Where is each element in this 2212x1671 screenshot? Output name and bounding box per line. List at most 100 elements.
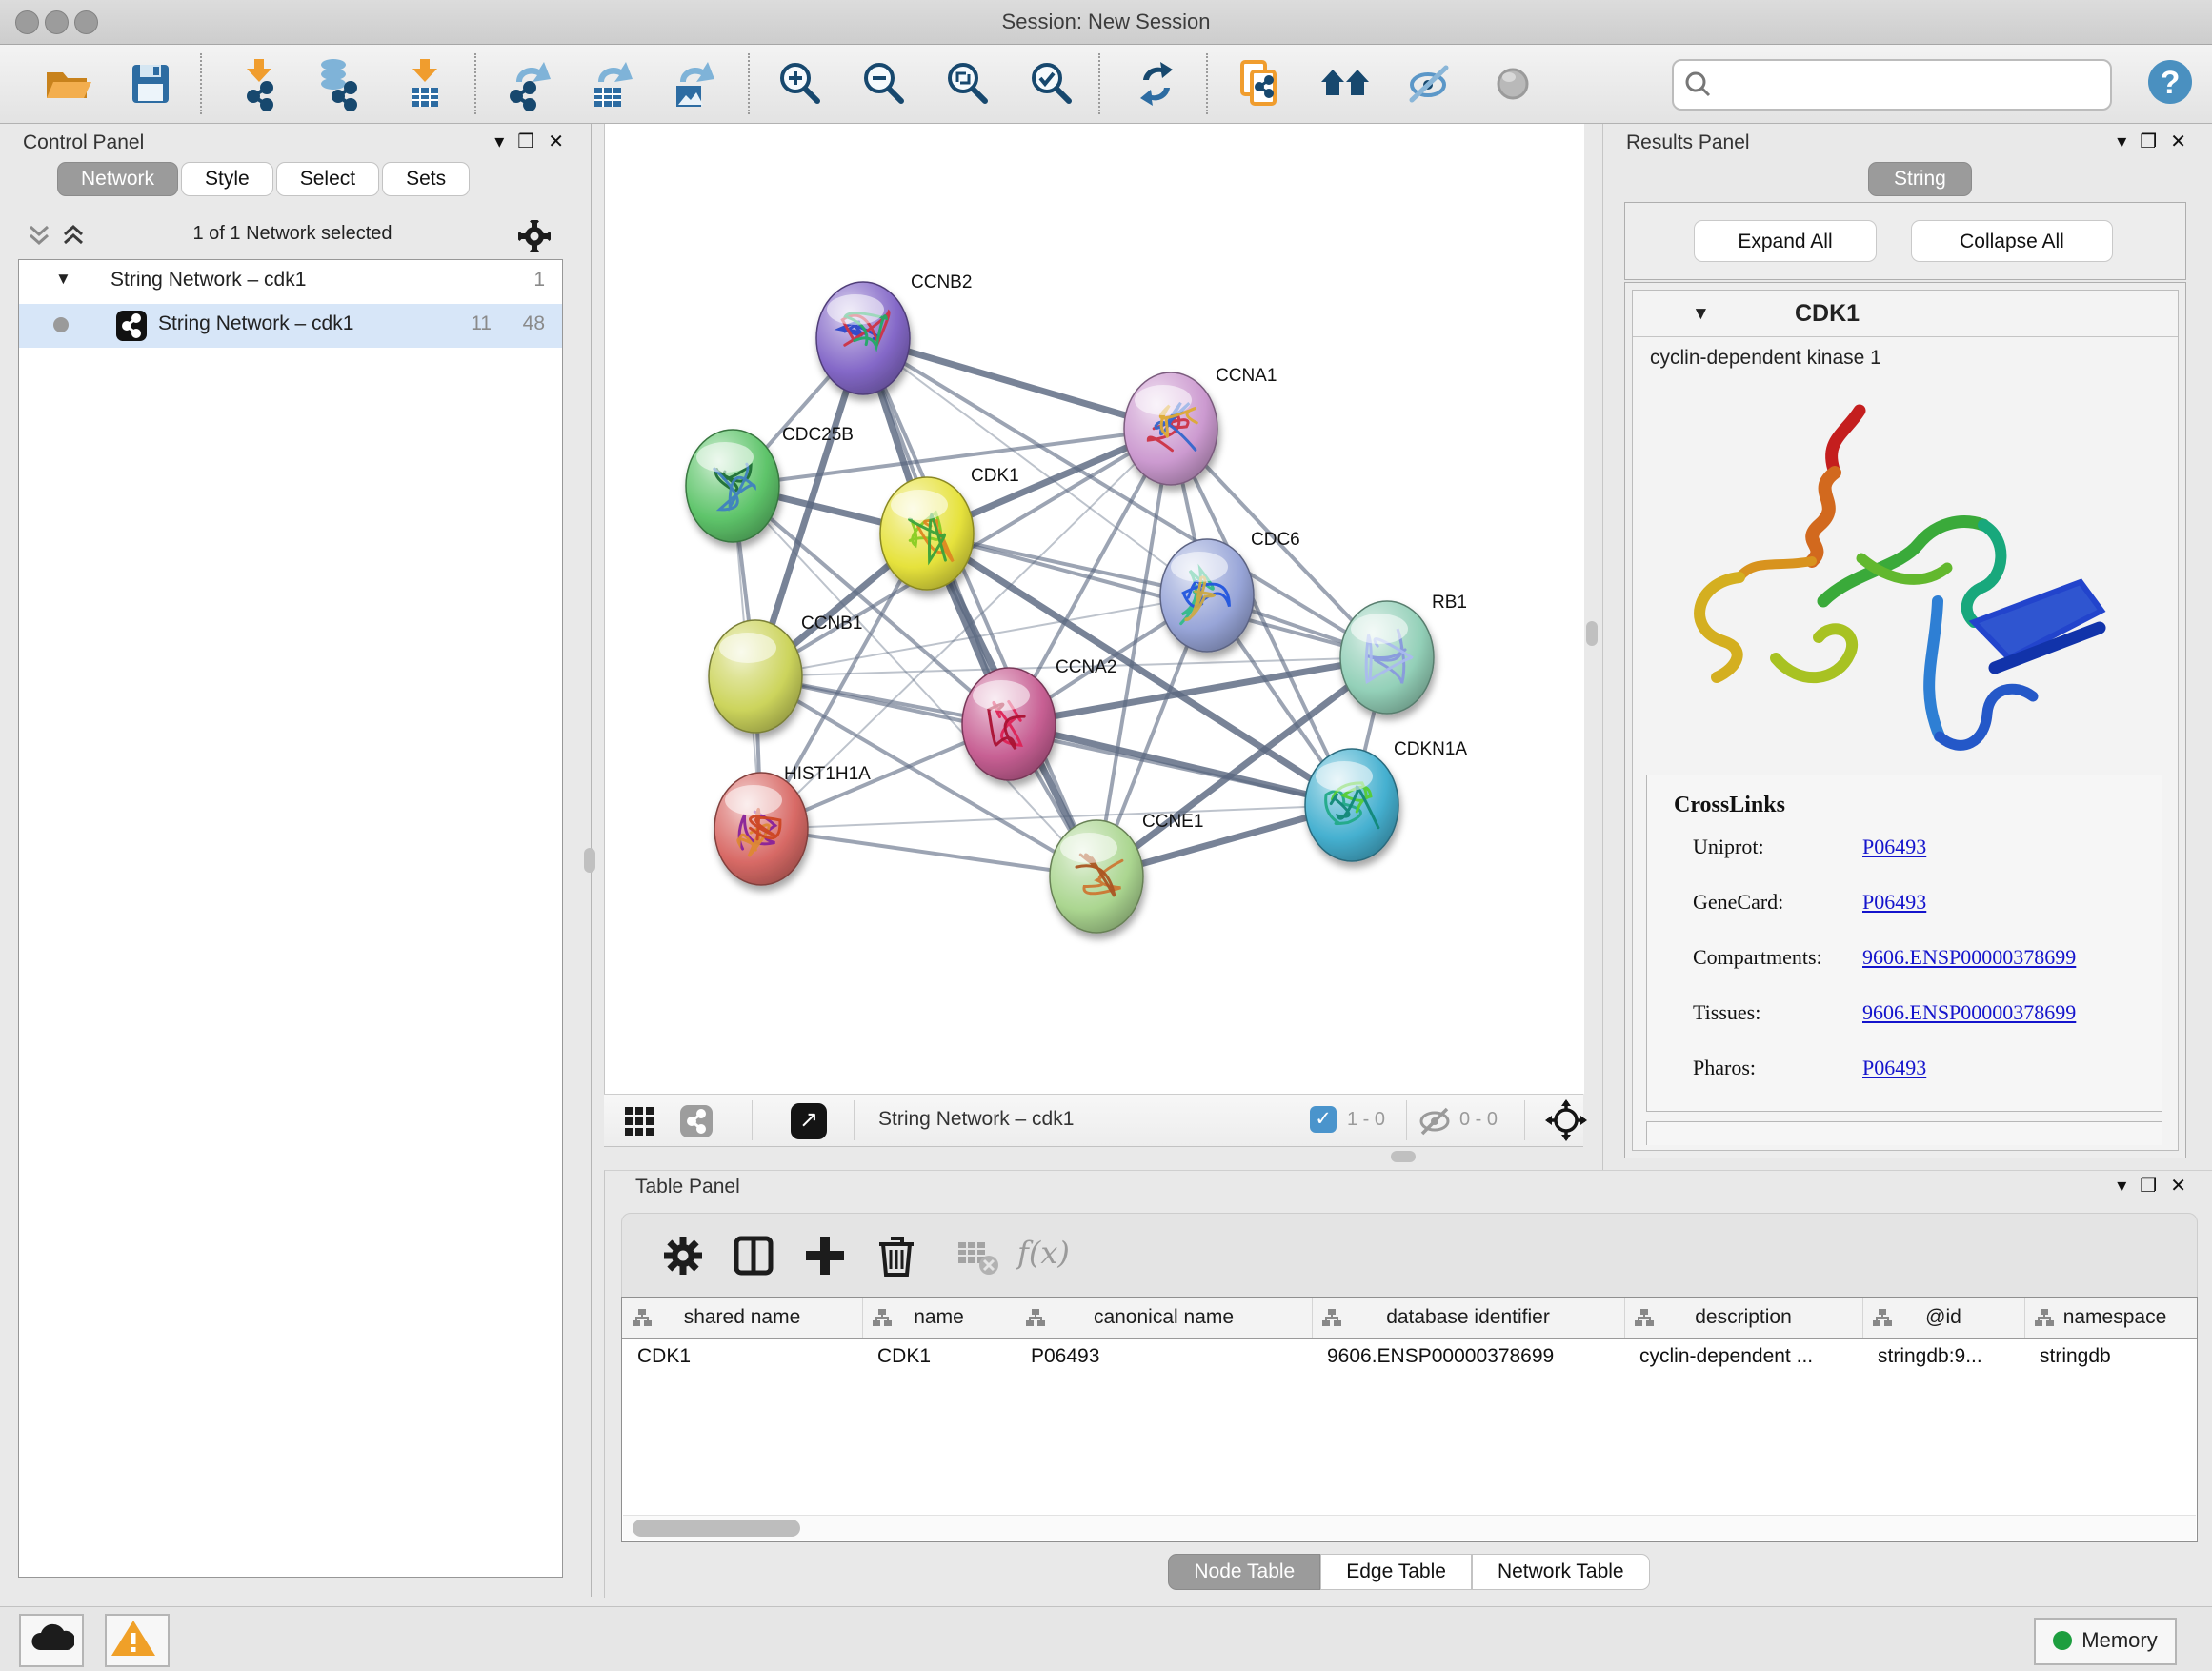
network-node-CDC25B[interactable] <box>686 430 779 542</box>
network-node-CCNE1[interactable] <box>1050 820 1143 933</box>
panel-menu-icon[interactable]: ▾ <box>494 131 517 152</box>
birdseye-view-icon[interactable] <box>1545 1099 1587 1141</box>
selection-status: 1 of 1 Network selected <box>19 223 566 245</box>
apply-function-icon[interactable]: f(x) <box>1017 1235 1070 1271</box>
table-header-cell[interactable]: canonical name <box>1016 1298 1313 1338</box>
help-icon[interactable]: ? <box>2143 55 2197 109</box>
zoom-fit-icon[interactable] <box>941 57 995 111</box>
network-node-RB1[interactable] <box>1340 601 1434 714</box>
select-columns-icon[interactable] <box>727 1229 780 1282</box>
export-image-icon[interactable] <box>665 57 718 111</box>
network-node-CCNB1[interactable] <box>709 620 802 733</box>
tab-style[interactable]: Style <box>181 162 273 196</box>
tab-select[interactable]: Select <box>276 162 379 196</box>
crosslink-link[interactable]: 9606.ENSP00000378699 <box>1862 945 2076 970</box>
table-header-cell[interactable]: @id <box>1862 1298 2025 1338</box>
table-row[interactable]: CDK1CDK1P064939606.ENSP00000378699cyclin… <box>622 1338 2198 1376</box>
collection-expand-icon[interactable]: ▼ <box>55 270 71 289</box>
tab-network[interactable]: Network <box>57 162 178 196</box>
import-network-database-icon[interactable] <box>312 57 366 111</box>
crosslink-link[interactable]: 9606.ENSP00000378699 <box>1862 1000 2076 1025</box>
hide-selected-icon[interactable] <box>1402 57 1456 111</box>
delete-column-icon[interactable] <box>870 1229 923 1282</box>
import-network-file-icon[interactable] <box>232 57 286 111</box>
gene-collapse-icon[interactable]: ▼ <box>1692 304 1710 325</box>
selected-nodes-checkbox-icon[interactable]: ✓ <box>1310 1106 1337 1133</box>
add-column-icon[interactable] <box>798 1229 852 1282</box>
crosslink-link[interactable]: P06493 <box>1862 1056 1926 1080</box>
network-node-CDKN1A[interactable] <box>1305 749 1398 861</box>
right-splitter-handle[interactable] <box>1586 621 1598 646</box>
results-content-box: ▼ CDK1 cyclin-dependent kinase 1 <box>1624 282 2186 1158</box>
network-graph[interactable]: CCNB2CCNA1CDC25BCDK1CDC6RB1CCNB1CCNA2CDK… <box>605 124 1584 1094</box>
first-neighbors-icon[interactable] <box>1318 57 1372 111</box>
tab-network-table[interactable]: Network Table <box>1472 1554 1650 1590</box>
cloud-status-button[interactable] <box>19 1614 84 1667</box>
network-edge-CCNB2-CCNE1[interactable] <box>863 338 1096 876</box>
panel-close-icon[interactable]: ✕ <box>2170 1176 2200 1197</box>
network-node-CCNB2[interactable] <box>816 282 910 394</box>
horizontal-splitter-handle[interactable] <box>1391 1151 1416 1162</box>
export-table-icon[interactable] <box>583 57 636 111</box>
export-network-icon[interactable] <box>501 57 554 111</box>
panel-menu-icon[interactable]: ▾ <box>2117 131 2140 152</box>
scrollbar-thumb[interactable] <box>633 1520 800 1537</box>
import-table-file-icon[interactable] <box>398 57 452 111</box>
table-header-cell[interactable]: database identifier <box>1312 1298 1625 1338</box>
network-row[interactable]: String Network – cdk1 11 48 <box>19 304 562 348</box>
network-selection-row: 1 of 1 Network selected <box>19 215 566 257</box>
collapse-all-button[interactable]: Collapse All <box>1911 220 2113 262</box>
expand-all-button[interactable]: Expand All <box>1694 220 1877 262</box>
panel-float-icon[interactable]: ❐ <box>2140 1176 2170 1197</box>
panel-close-icon[interactable]: ✕ <box>2170 131 2200 152</box>
panel-close-icon[interactable]: ✕ <box>548 131 577 152</box>
search-input[interactable] <box>1723 65 2099 103</box>
node-table: shared namenamecanonical namedatabase id… <box>621 1297 2198 1542</box>
tab-edge-table[interactable]: Edge Table <box>1320 1554 1472 1590</box>
panel-menu-icon[interactable]: ▾ <box>2117 1176 2140 1197</box>
zoom-in-icon[interactable] <box>774 57 827 111</box>
table-header-cell[interactable]: namespace <box>2024 1298 2198 1338</box>
refresh-view-icon[interactable] <box>1130 57 1183 111</box>
show-all-icon[interactable] <box>1486 57 1539 111</box>
network-share-icon[interactable] <box>680 1105 713 1137</box>
network-collection-row[interactable]: ▼ String Network – cdk1 1 <box>19 260 562 304</box>
main-toolbar: ? <box>0 45 2212 124</box>
crosslink-link[interactable]: P06493 <box>1862 835 1926 859</box>
tab-node-table[interactable]: Node Table <box>1168 1554 1320 1590</box>
network-node-CCNA1[interactable] <box>1124 372 1217 485</box>
network-node-CCNA2[interactable] <box>962 668 1056 780</box>
network-node-CDK1[interactable] <box>880 477 974 590</box>
panel-float-icon[interactable]: ❐ <box>517 131 548 152</box>
network-canvas[interactable]: CCNB2CCNA1CDC25BCDK1CDC6RB1CCNB1CCNA2CDK… <box>604 124 1584 1094</box>
show-grid-icon[interactable] <box>625 1107 654 1136</box>
duplicate-network-icon[interactable] <box>1233 57 1286 111</box>
crosslink-link[interactable]: P06493 <box>1862 890 1926 915</box>
network-edge-CCNB2-CCNA1[interactable] <box>863 338 1171 429</box>
table-settings-gear-icon[interactable] <box>656 1229 710 1282</box>
save-session-icon[interactable] <box>124 57 177 111</box>
zoom-out-icon[interactable] <box>857 57 911 111</box>
control-panel-title: Control Panel <box>23 131 144 154</box>
tab-string[interactable]: String <box>1868 162 1972 196</box>
table-header-row: shared namenamecanonical namedatabase id… <box>622 1298 2198 1339</box>
open-session-icon[interactable] <box>40 57 93 111</box>
warning-status-button[interactable] <box>105 1614 170 1667</box>
left-splitter-handle[interactable] <box>584 848 595 873</box>
zoom-selected-icon[interactable] <box>1025 57 1078 111</box>
table-header-cell[interactable]: description <box>1624 1298 1863 1338</box>
delete-table-icon[interactable] <box>951 1229 1004 1282</box>
tab-sets[interactable]: Sets <box>382 162 470 196</box>
table-header-cell[interactable]: name <box>862 1298 1016 1338</box>
network-edge-CDK1-RB1[interactable] <box>927 534 1387 657</box>
network-edge-HIST1H1A-CCNE1[interactable] <box>761 829 1096 876</box>
crosslink-label: Tissues: <box>1693 1000 1760 1024</box>
table-header-cell[interactable]: shared name <box>622 1298 863 1338</box>
memory-button[interactable]: Memory <box>2034 1618 2177 1665</box>
gene-card-header[interactable]: ▼ CDK1 <box>1633 291 2178 337</box>
network-options-gear-icon[interactable] <box>518 220 551 252</box>
network-node-HIST1H1A[interactable] <box>714 773 808 885</box>
open-in-new-window-icon[interactable]: ↗ <box>791 1103 827 1139</box>
network-node-CDC6[interactable] <box>1160 539 1254 652</box>
panel-float-icon[interactable]: ❐ <box>2140 131 2170 152</box>
